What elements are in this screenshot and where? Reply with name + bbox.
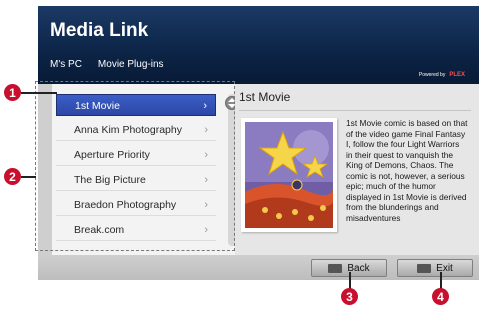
detail-panel: 1st Movie 1st Movie comic is based on th… bbox=[235, 84, 479, 255]
callout-leader bbox=[349, 272, 351, 289]
description-text: 1st Movie comic is based on that of the … bbox=[346, 118, 468, 223]
app-title: Media Link bbox=[50, 20, 149, 41]
plex-logo: PLEX bbox=[449, 72, 465, 78]
callout-marker: 4 bbox=[432, 288, 449, 305]
callout-marker: 3 bbox=[341, 288, 358, 305]
powered-by: Powered by PLEX bbox=[419, 72, 465, 78]
back-button-label: Back bbox=[347, 262, 370, 274]
nav-item-movie-plugins[interactable]: Movie Plug-ins bbox=[98, 59, 164, 70]
callout-leader bbox=[21, 176, 36, 178]
list-highlight-box bbox=[35, 81, 235, 251]
remote-back-key-icon bbox=[328, 263, 343, 273]
exit-button[interactable]: Exit bbox=[397, 259, 473, 277]
poster-art bbox=[245, 122, 333, 228]
detail-title: 1st Movie bbox=[239, 90, 291, 104]
powered-by-prefix: Powered by bbox=[418, 72, 446, 78]
callout-marker: 2 bbox=[4, 168, 21, 185]
callout-marker: 1 bbox=[4, 84, 21, 101]
remote-exit-key-icon bbox=[417, 263, 432, 273]
exit-button-label: Exit bbox=[436, 262, 453, 274]
poster-thumbnail bbox=[241, 118, 337, 232]
header-bar: Media Link M's PC Movie Plug-ins Powered… bbox=[38, 6, 479, 84]
divider bbox=[239, 110, 471, 111]
footer-bar: Back Exit bbox=[38, 255, 479, 280]
breadcrumb: M's PC Movie Plug-ins bbox=[50, 59, 164, 70]
callout-leader bbox=[21, 92, 57, 94]
nav-item-pc[interactable]: M's PC bbox=[50, 59, 82, 70]
callout-leader bbox=[440, 272, 442, 289]
